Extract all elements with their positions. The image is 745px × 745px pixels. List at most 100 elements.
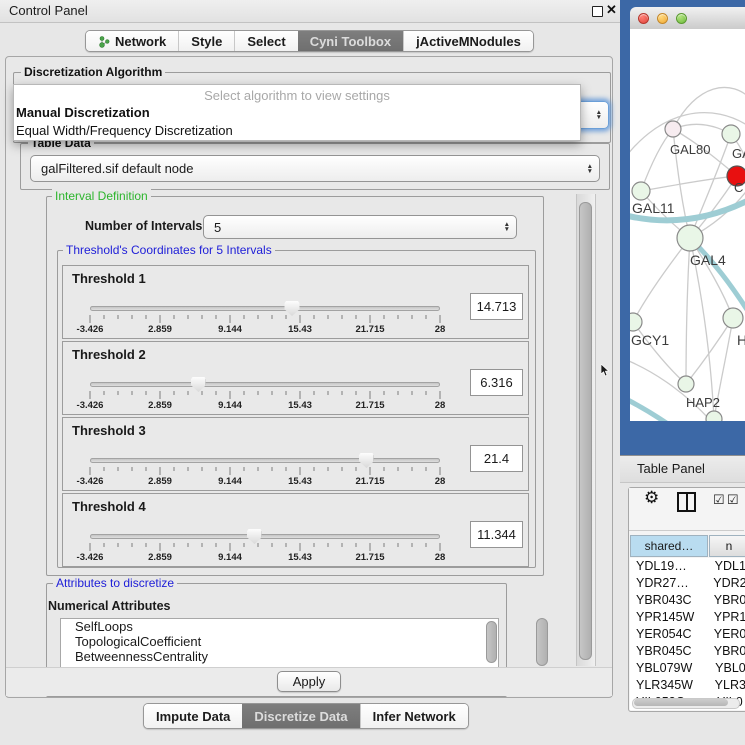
tab-cyni-toolbox[interactable]: Cyni Toolbox: [298, 31, 403, 51]
gear-icon[interactable]: ⚙: [644, 488, 659, 508]
apply-button[interactable]: Apply: [277, 671, 342, 692]
table-cell: YDL19…: [630, 559, 711, 576]
combo-arrows-icon: ▲▼: [504, 222, 510, 232]
table-row[interactable]: YLR345WYLR3: [630, 678, 745, 695]
attribute-list-item[interactable]: SelfLoops: [61, 619, 498, 634]
slider-scale-labels: -3.4262.8599.14415.4321.71528: [90, 324, 440, 335]
inner-scrollbar[interactable]: [536, 618, 548, 666]
column-header[interactable]: shared…: [630, 535, 708, 557]
screen: Control Panel ✕ Network StyleSelectCyni T…: [0, 0, 745, 745]
network-node[interactable]: [630, 313, 642, 331]
slider-thumb[interactable]: [285, 301, 300, 316]
tab-select[interactable]: Select: [234, 31, 297, 51]
slider-ticks: [90, 543, 440, 552]
node-label: GAL4: [690, 252, 726, 268]
tab-discretize-data[interactable]: Discretize Data: [242, 704, 359, 728]
num-intervals-combo[interactable]: 5 ▲▼: [203, 215, 517, 239]
network-window-titlebar[interactable]: [630, 7, 745, 30]
threshold-label: Threshold 2: [72, 347, 146, 362]
checkbox-icon[interactable]: ☑: [713, 492, 725, 508]
threshold-value-field[interactable]: 21.4: [470, 445, 523, 472]
table-cell: YDR27…: [630, 576, 709, 593]
network-node[interactable]: [722, 125, 740, 143]
tab-jactivemnodules[interactable]: jActiveMNodules: [403, 31, 533, 51]
threshold-slider[interactable]: -3.4262.8599.14415.4321.71528: [90, 454, 440, 488]
num-intervals-label: Number of Intervals: [85, 219, 202, 233]
table-rows: YDL19…YDL1YDR27…YDR2YBR043CYBR0YPR145WYP…: [630, 558, 745, 710]
network-desktop: GAL80GACGAL11GAL4GCY1HHAP2: [620, 0, 745, 455]
table-cell: YBR043C: [630, 593, 710, 610]
network-node[interactable]: [723, 308, 743, 328]
network-icon: [98, 35, 110, 48]
attribute-list-item[interactable]: BetweennessCentrality: [61, 649, 498, 664]
table-row[interactable]: YPR145WYPR1: [630, 610, 745, 627]
apply-bar: Apply: [6, 667, 612, 696]
network-node[interactable]: [665, 121, 681, 137]
threshold-label: Threshold 4: [72, 499, 146, 514]
content-scrollbar-thumb[interactable]: [579, 202, 592, 660]
network-node[interactable]: [678, 376, 694, 392]
tab-infer-network[interactable]: Infer Network: [360, 704, 468, 728]
table-data-combo[interactable]: galFiltered.sif default node ▲▼: [30, 155, 600, 182]
close-traffic-light-icon[interactable]: [638, 13, 649, 24]
table-row[interactable]: YDR27…YDR2: [630, 576, 745, 593]
network-node[interactable]: [632, 182, 650, 200]
table-cell: YBR0: [710, 644, 745, 661]
threshold-value-field[interactable]: 11.344: [470, 521, 523, 548]
checkbox-icon[interactable]: ☑: [727, 492, 739, 508]
tab-impute-data[interactable]: Impute Data: [144, 704, 242, 728]
table-panel-header: Table Panel: [620, 455, 745, 483]
minimize-traffic-light-icon[interactable]: [657, 13, 668, 24]
node-label: GCY1: [631, 332, 669, 348]
network-node[interactable]: [677, 225, 703, 251]
table-cell: YPR145W: [630, 610, 710, 627]
table-row[interactable]: YBR043CYBR0: [630, 593, 745, 610]
interval-definition-title: Interval Definition: [52, 189, 151, 203]
zoom-traffic-light-icon[interactable]: [676, 13, 687, 24]
algorithm-group-title: Discretization Algorithm: [21, 65, 165, 79]
network-node[interactable]: [706, 411, 722, 421]
tab-label: Network: [115, 34, 166, 49]
table-row[interactable]: YDL19…YDL1: [630, 559, 745, 576]
threshold-slider[interactable]: -3.4262.8599.14415.4321.71528: [90, 302, 440, 336]
threshold-slider[interactable]: -3.4262.8599.14415.4321.71528: [90, 530, 440, 564]
table-hscrollbar-track[interactable]: [632, 698, 740, 709]
threshold-value-field[interactable]: 6.316: [470, 369, 523, 396]
dropdown-item[interactable]: Manual Discretization: [14, 104, 580, 122]
tab-network[interactable]: Network: [86, 31, 178, 51]
threshold-panels: Threshold 114.713-3.4262.8599.14415.4321…: [62, 265, 529, 569]
threshold-value-field[interactable]: 14.713: [470, 293, 523, 320]
tab-style[interactable]: Style: [178, 31, 234, 51]
table-row[interactable]: YBL079WYBL0: [630, 661, 745, 678]
slider-track[interactable]: [90, 382, 440, 387]
panel-title: Control Panel: [9, 3, 88, 18]
table-hscrollbar-thumb[interactable]: [634, 699, 728, 706]
table-row[interactable]: YER054CYER0: [630, 627, 745, 644]
close-icon[interactable]: ✕: [606, 2, 617, 18]
thresholds-group-title: Threshold's Coordinates for 5 Intervals: [63, 243, 275, 257]
attributes-list-scrollbar[interactable]: [486, 621, 497, 663]
bottom-tabbar: Impute DataDiscretize DataInfer Network: [143, 703, 469, 729]
network-canvas[interactable]: GAL80GACGAL11GAL4GCY1HHAP2: [630, 29, 745, 421]
slider-track[interactable]: [90, 458, 440, 463]
slider-thumb[interactable]: [247, 529, 262, 544]
attribute-list-item[interactable]: TopologicalCoefficient: [61, 634, 498, 649]
combo-arrows-icon: ▲▼: [596, 110, 602, 120]
float-window-icon[interactable]: [592, 6, 603, 17]
top-tabbar: Network StyleSelectCyni ToolboxjActiveMNo…: [85, 30, 534, 52]
slider-thumb[interactable]: [191, 377, 206, 392]
columns-icon[interactable]: [677, 492, 696, 512]
attributes-list[interactable]: SelfLoopsTopologicalCoefficientBetweenne…: [60, 618, 499, 669]
slider-thumb[interactable]: [359, 453, 374, 468]
dropdown-item[interactable]: Equal Width/Frequency Discretization: [14, 122, 580, 140]
table-cell: YPR1: [710, 610, 745, 627]
slider-track[interactable]: [90, 534, 440, 539]
slider-track[interactable]: [90, 306, 440, 311]
column-header[interactable]: n: [709, 535, 745, 557]
num-intervals-value: 5: [204, 220, 221, 235]
node-label: HAP2: [686, 395, 720, 410]
table-row[interactable]: YBR045CYBR0: [630, 644, 745, 661]
table-cell: YLR345W: [630, 678, 711, 695]
table-cell: YBL079W: [630, 661, 711, 678]
threshold-slider[interactable]: -3.4262.8599.14415.4321.71528: [90, 378, 440, 412]
